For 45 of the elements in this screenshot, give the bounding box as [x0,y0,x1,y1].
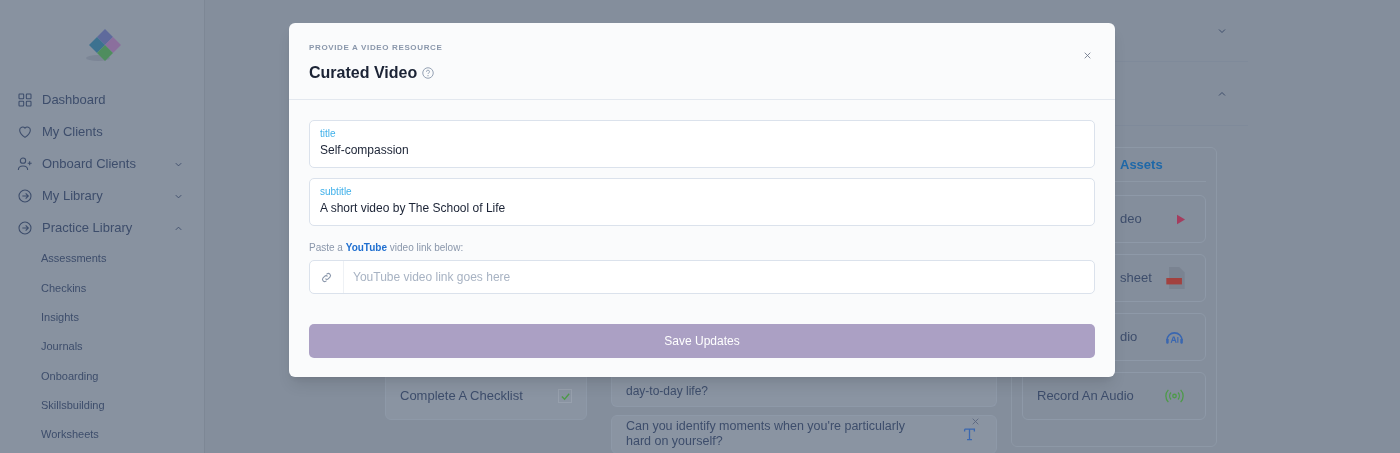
close-icon[interactable] [972,418,979,425]
user-plus-icon [17,156,33,172]
broadcast-icon [1164,389,1185,403]
text-field[interactable]: subtitle A short video by The School of Life [309,178,1095,226]
sidebar-subitem[interactable]: Journals [0,331,204,362]
sidebar-item[interactable]: My Clients [0,116,204,148]
field-value: Self-compassion [320,142,410,159]
question-text: day-to-day life? [626,383,709,400]
sidebar-item[interactable]: My Library [0,180,204,212]
youtube-link[interactable]: YouTube [345,242,387,253]
arrow-circle-icon [17,188,33,204]
modal-title: Curated Video [309,63,418,83]
arrow-circle-icon [17,220,33,236]
question-text: Can you identify moments when you're particularly hard on yourself? [626,419,906,449]
checkbox[interactable] [558,389,572,403]
sidebar-item[interactable]: Dashboard [0,84,204,116]
link-hint: Paste a YouTube video link below: [309,241,465,255]
pdf-file-icon [1166,267,1185,289]
field-label: subtitle [320,185,353,199]
grid-icon [17,92,33,108]
heart-icon [17,124,33,140]
field-label: title [320,127,337,141]
sidebar-subitem[interactable]: Onboarding [0,361,204,391]
help-icon[interactable] [422,67,435,79]
sidebar-subitem[interactable]: Checkins [0,273,204,303]
sidebar-item[interactable]: Practice Library [0,212,204,244]
sidebar-subitem[interactable]: Skillsbuilding [0,390,204,420]
play-icon [1177,213,1185,225]
sidebar-subitem[interactable]: Insights [0,302,204,332]
sidebar-item[interactable]: Onboard Clients [0,148,204,180]
modal-eyebrow: PROVIDE A VIDEO RESOURCE [309,42,443,54]
text-type-icon [963,427,976,441]
sidebar-subitem[interactable]: Assessments [0,244,204,274]
close-icon [1083,51,1091,59]
asset-label: dio [1120,328,1138,347]
check-icon [559,390,571,402]
panel-heading: Assets [1120,155,1163,174]
asset-label: deo [1120,210,1142,229]
link-icon [320,270,333,284]
asset-label: sheet [1120,269,1152,288]
sidebar-subitem[interactable]: Worksheets [0,419,204,450]
asset-label: Record An Audio [1037,387,1134,406]
text-field[interactable]: title Self-compassion [309,120,1095,168]
field-value: A short video by The School of Life [320,200,507,217]
task-label: Complete A Checklist [400,387,523,406]
